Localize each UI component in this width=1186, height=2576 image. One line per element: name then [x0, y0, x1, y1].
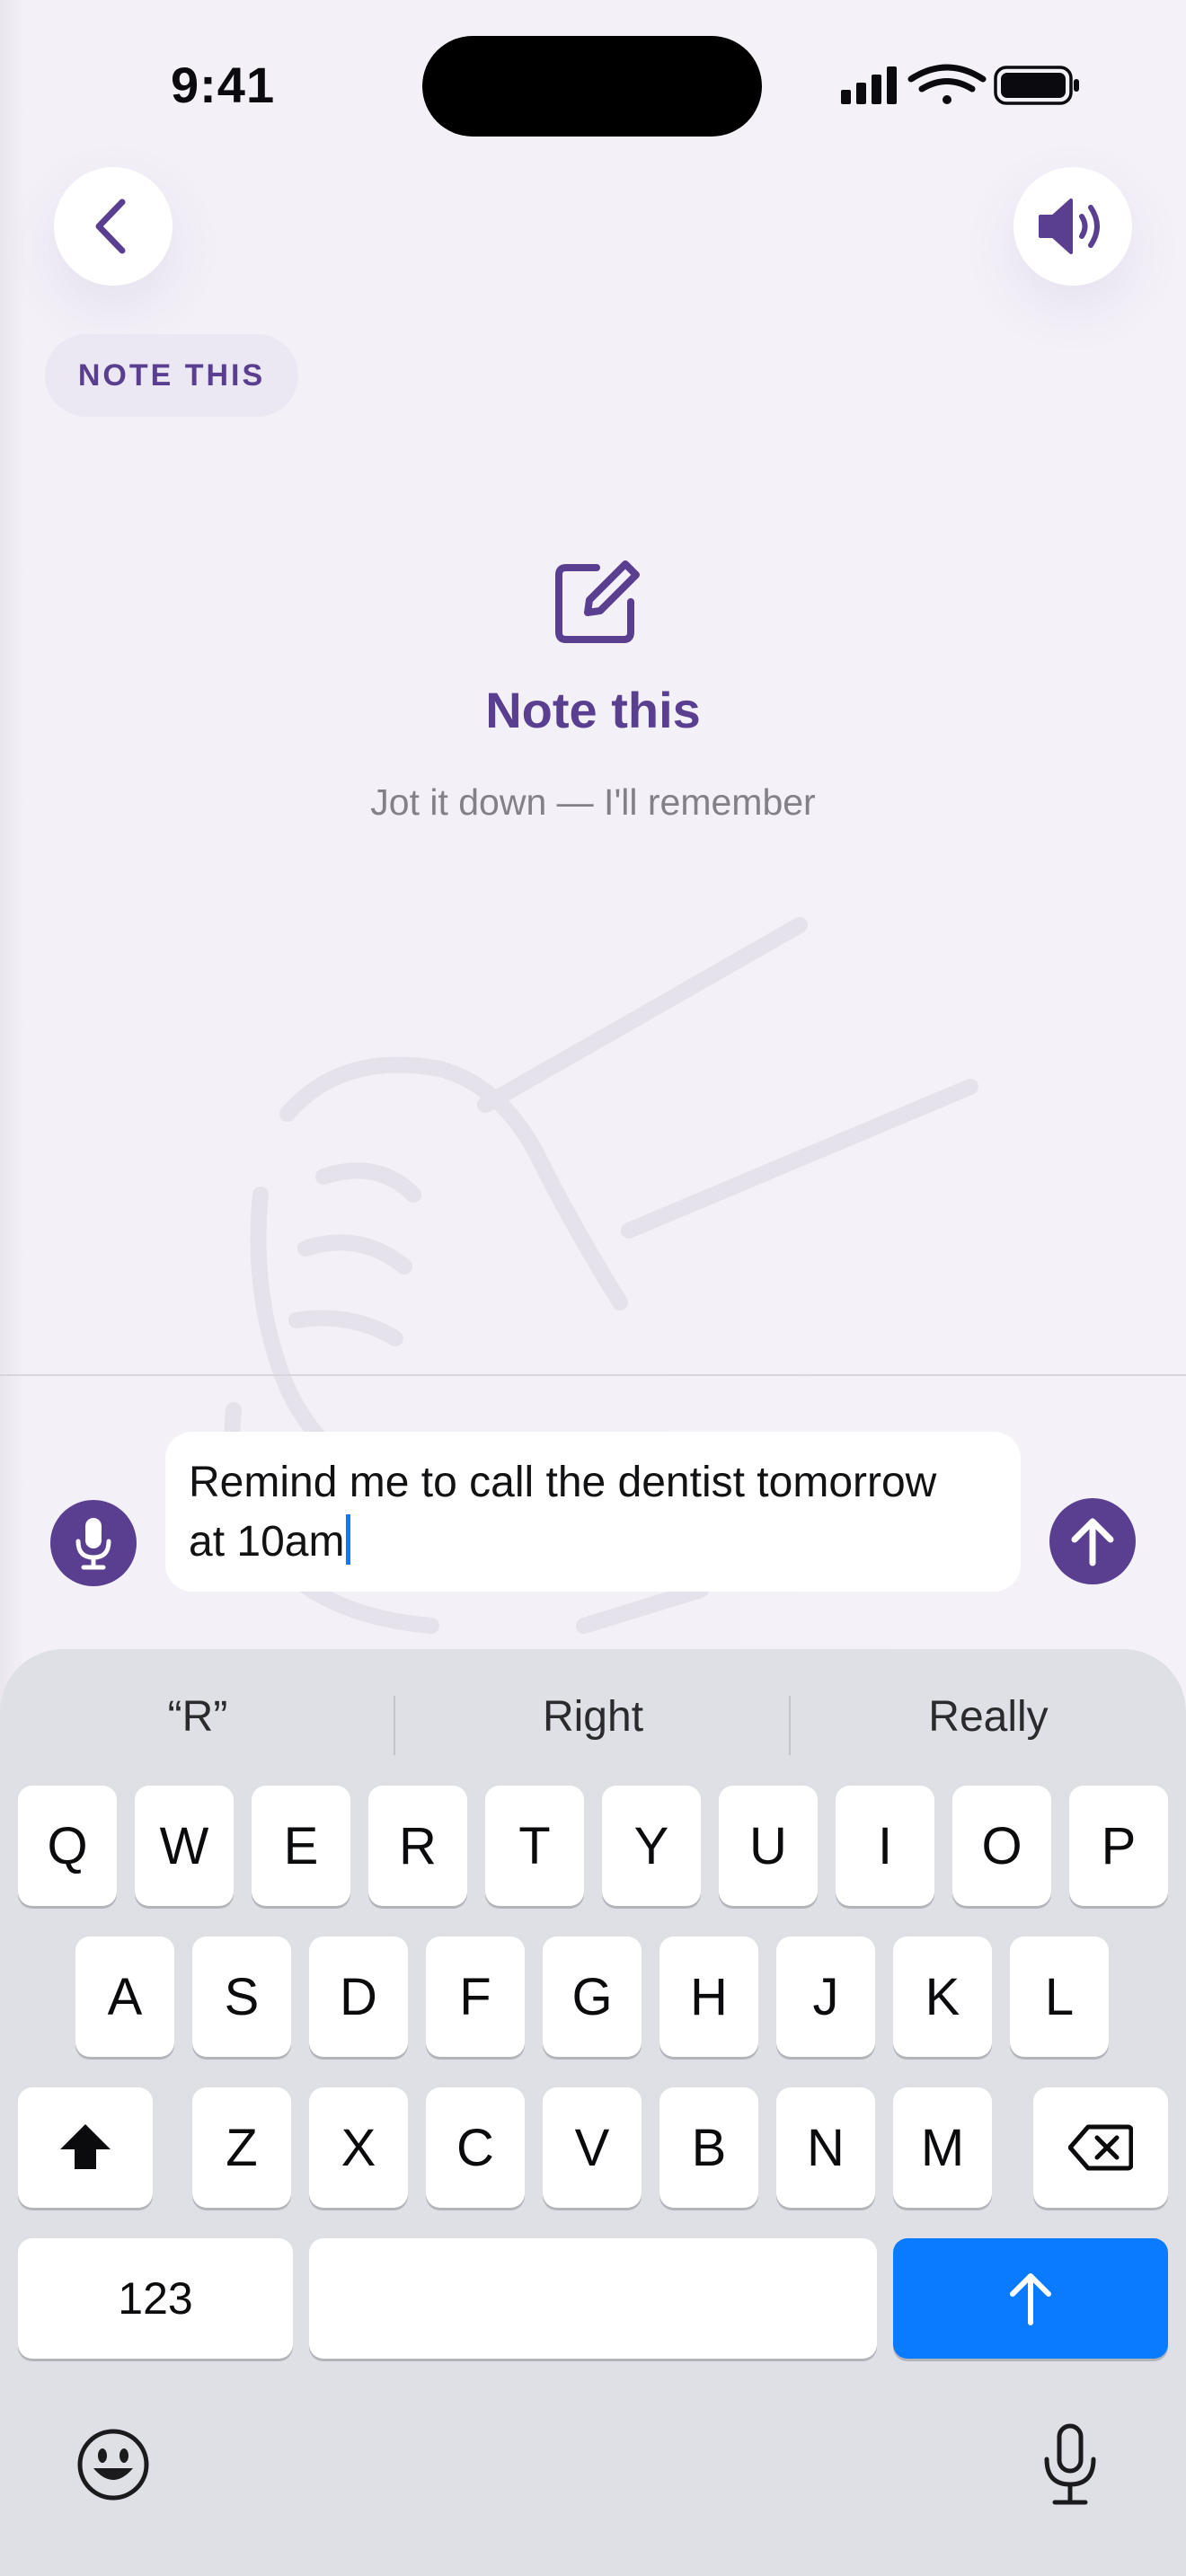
numbers-key[interactable]: 123	[18, 2238, 293, 2359]
divider	[0, 1374, 1186, 1376]
key-c[interactable]: C	[426, 2087, 525, 2208]
message-text-line-1: Remind me to call the dentist tomorrow	[189, 1459, 937, 1506]
cellular-signal-icon	[841, 66, 897, 104]
chevron-left-icon	[95, 198, 126, 254]
key-x[interactable]: X	[309, 2087, 408, 2208]
suggestion-2[interactable]: Right	[395, 1667, 791, 1766]
return-key[interactable]	[893, 2238, 1168, 2359]
key-r[interactable]: R	[368, 1786, 467, 1906]
key-s[interactable]: S	[192, 1936, 291, 2057]
speaker-volume-icon	[1039, 198, 1100, 254]
wifi-icon	[907, 64, 987, 104]
send-button[interactable]	[1049, 1498, 1136, 1584]
space-key[interactable]	[309, 2238, 877, 2359]
key-j[interactable]: J	[776, 1936, 875, 2057]
key-g[interactable]: G	[543, 1936, 642, 2057]
text-caret	[346, 1514, 351, 1565]
key-z[interactable]: Z	[192, 2087, 291, 2208]
shift-icon	[60, 2124, 111, 2169]
status-icons	[839, 63, 1082, 112]
status-time: 9:41	[171, 57, 276, 113]
edit-note-icon	[552, 557, 642, 651]
delete-key[interactable]	[1033, 2087, 1168, 2208]
key-n[interactable]: N	[776, 2087, 875, 2208]
key-d[interactable]: D	[309, 1936, 408, 2057]
message-input[interactable]: Remind me to call the dentist tomorrow a…	[165, 1432, 1021, 1592]
sound-button[interactable]	[1013, 167, 1132, 286]
key-f[interactable]: F	[426, 1936, 525, 2057]
shift-key[interactable]	[18, 2087, 153, 2208]
microphone-icon	[75, 1518, 111, 1570]
key-a[interactable]: A	[75, 1936, 174, 2057]
dynamic-island	[422, 36, 762, 137]
back-button[interactable]	[54, 167, 173, 286]
backspace-icon	[1068, 2124, 1133, 2171]
predictive-suggestions: “R” Right Really	[0, 1667, 1186, 1766]
voice-input-button[interactable]	[50, 1500, 137, 1586]
key-p[interactable]: P	[1069, 1786, 1168, 1906]
suggestion-1[interactable]: “R”	[0, 1667, 395, 1766]
key-q[interactable]: Q	[18, 1786, 117, 1906]
key-h[interactable]: H	[659, 1936, 758, 2057]
microphone-icon	[1044, 2423, 1096, 2505]
mode-chip: NOTE THIS	[45, 334, 298, 417]
key-b[interactable]: B	[659, 2087, 758, 2208]
screen: 9:41 NOTE THIS Note this Jot it down — I…	[0, 0, 1186, 2576]
emoji-icon	[77, 2429, 149, 2501]
key-k[interactable]: K	[893, 1936, 992, 2057]
dictation-button[interactable]	[1042, 2423, 1098, 2510]
key-w[interactable]: W	[135, 1786, 234, 1906]
key-e[interactable]: E	[252, 1786, 350, 1906]
arrow-up-icon	[1010, 2273, 1051, 2325]
key-m[interactable]: M	[893, 2087, 992, 2208]
message-text-line-2-text: at 10am	[189, 1518, 345, 1566]
key-v[interactable]: V	[543, 2087, 642, 2208]
key-y[interactable]: Y	[602, 1786, 701, 1906]
key-l[interactable]: L	[1010, 1936, 1109, 2057]
key-t[interactable]: T	[485, 1786, 584, 1906]
hero-subtitle: Jot it down — I'll remember	[370, 781, 816, 823]
message-text-line-2: at 10am	[189, 1513, 997, 1572]
key-o[interactable]: O	[952, 1786, 1051, 1906]
key-u[interactable]: U	[719, 1786, 818, 1906]
keyboard: “R” Right Really Q W E R T Y U I O P A S…	[0, 1649, 1186, 2576]
key-i[interactable]: I	[836, 1786, 934, 1906]
hero-title: Note this	[485, 682, 701, 738]
emoji-button[interactable]	[75, 2427, 151, 2507]
suggestion-3[interactable]: Really	[791, 1667, 1186, 1766]
battery-icon	[994, 66, 1079, 105]
arrow-up-icon	[1071, 1518, 1114, 1566]
